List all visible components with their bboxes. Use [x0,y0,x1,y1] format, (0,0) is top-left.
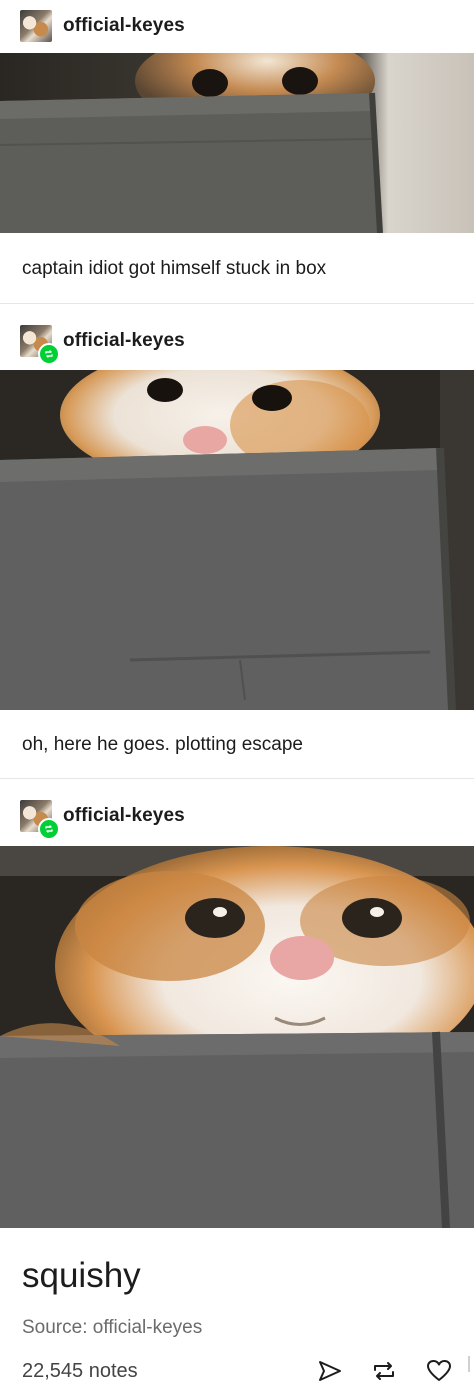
username-link[interactable]: official-keyes [63,15,185,37]
divider [0,778,474,779]
post-photo-2[interactable] [0,370,474,710]
post-photo-1-image [0,53,474,233]
post-header-2: official-keyes [0,315,474,367]
avatar[interactable] [20,800,60,840]
source-link[interactable]: Source: official-keyes [22,1317,202,1339]
post-header-3: official-keyes [0,790,474,842]
notes-count[interactable]: 22,545 notes [22,1360,138,1383]
post-caption-1: captain idiot got himself stuck in box [22,258,327,279]
avatar[interactable] [20,10,52,42]
heart-icon[interactable] [425,1357,453,1385]
post-caption-3: squishy [22,1256,141,1295]
post-photo-3[interactable] [0,846,474,1228]
post-photo-1[interactable] [0,53,474,233]
username-link[interactable]: official-keyes [63,330,185,352]
avatar-image [20,10,52,42]
send-icon[interactable] [316,1357,344,1385]
post-photo-3-image [0,846,474,1228]
username-link[interactable]: official-keyes [63,805,185,827]
reblog-icon[interactable] [370,1357,398,1385]
avatar[interactable] [20,325,60,365]
reblog-badge-icon [38,818,60,840]
post-photo-2-image [0,370,474,710]
post-caption-2: oh, here he goes. plotting escape [22,734,303,755]
divider [0,303,474,304]
scroll-edge [468,1356,470,1372]
reblog-badge-icon [38,343,60,365]
post-header-1: official-keyes [0,0,474,52]
